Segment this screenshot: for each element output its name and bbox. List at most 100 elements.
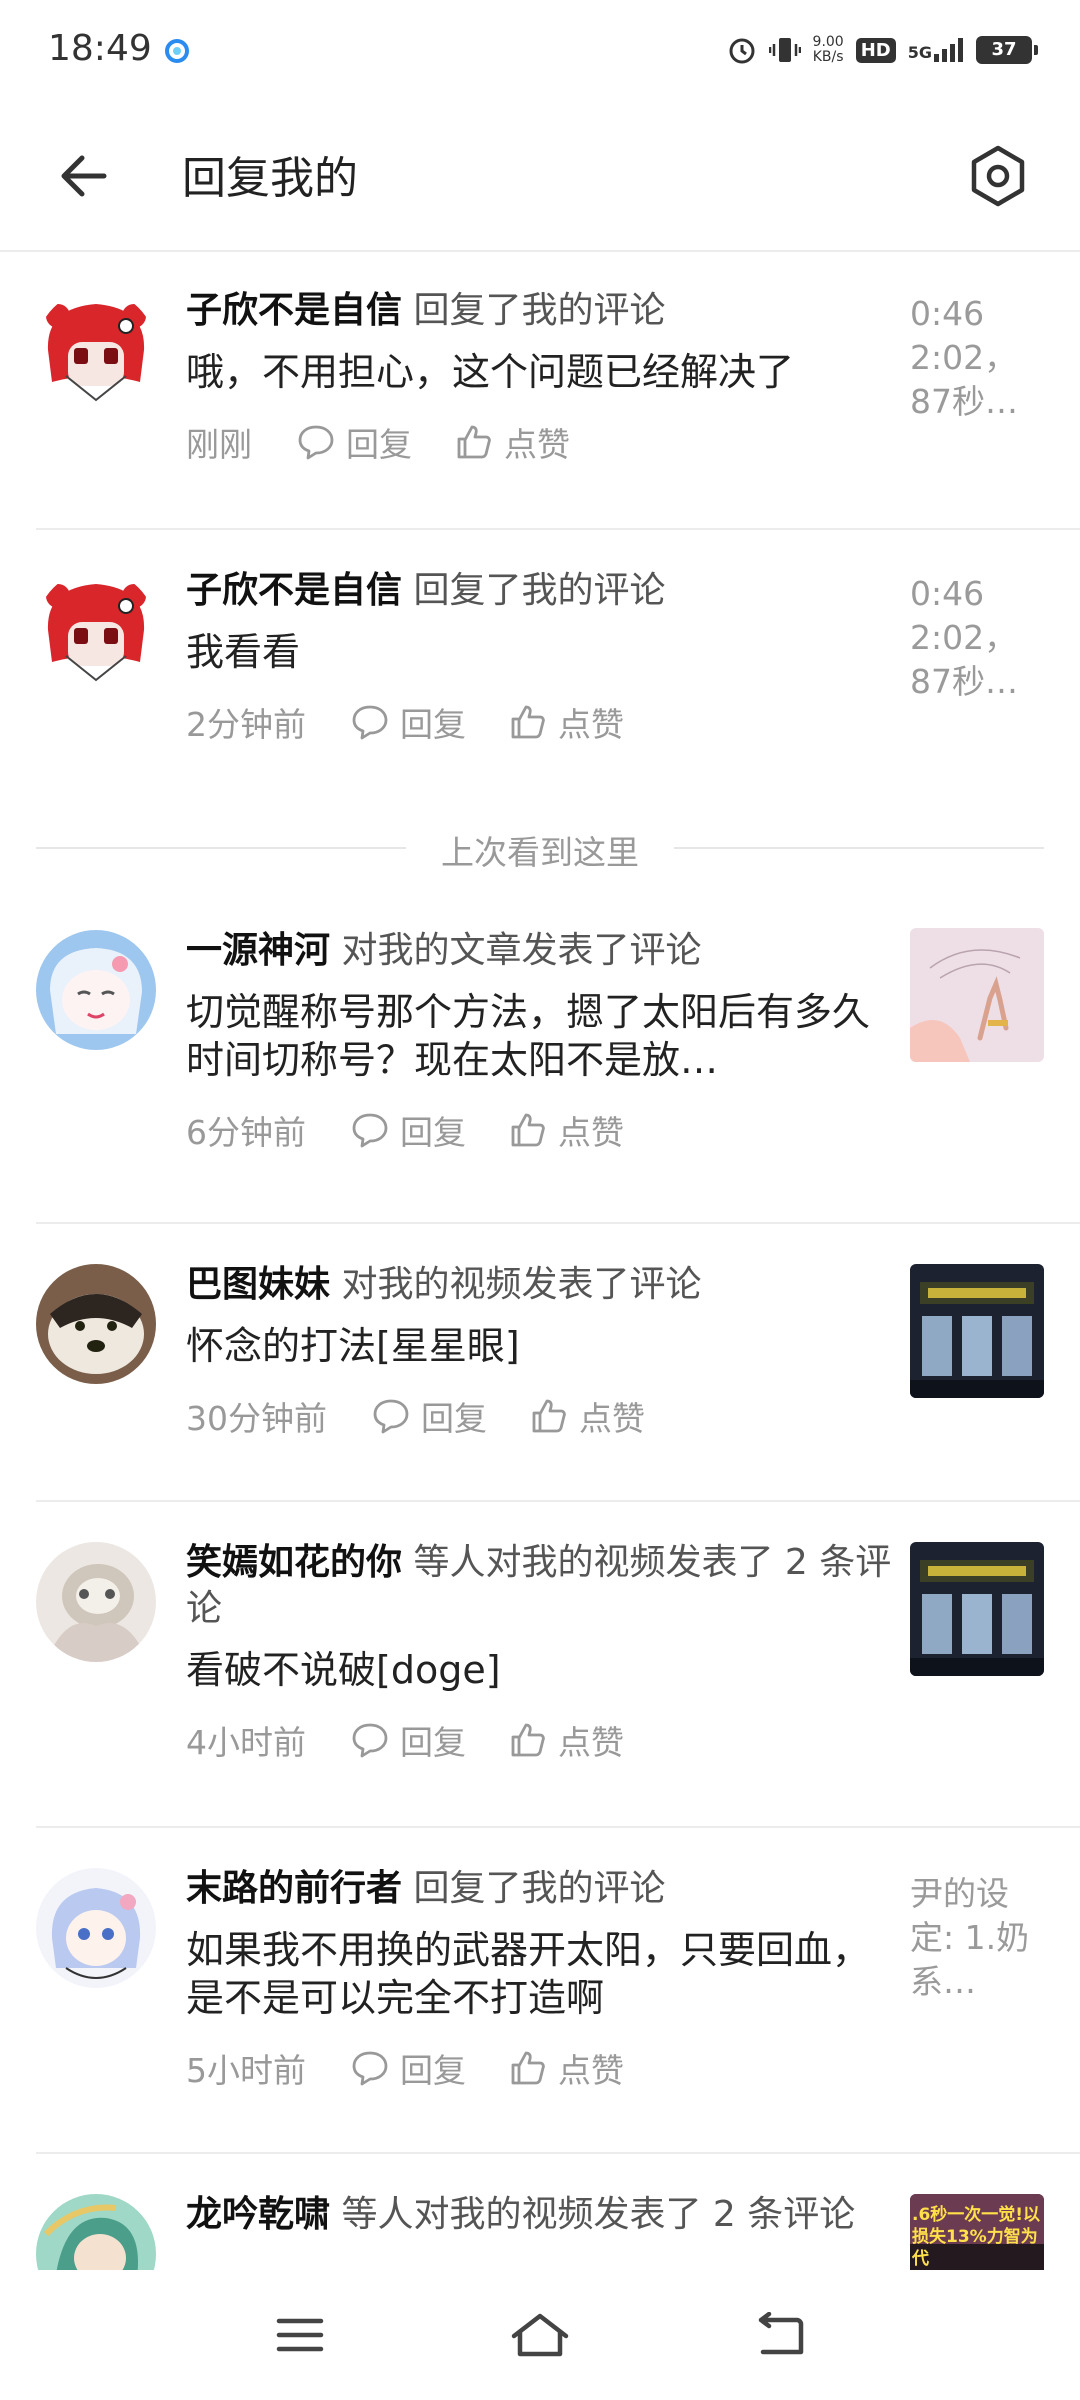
avatar[interactable] bbox=[36, 1868, 156, 1988]
video-thumbnail-caption: .6秒一次一觉!以损失13%力智为代 bbox=[912, 2205, 1041, 2269]
item-header: 巴图妹妹 对我的视频发表了评论 bbox=[186, 1262, 906, 1308]
network-type: 5G bbox=[907, 43, 932, 62]
timestamp: 2分钟前 bbox=[186, 705, 306, 744]
like-label: 点赞 bbox=[504, 425, 570, 464]
username[interactable]: 一源神河 bbox=[186, 930, 330, 971]
username[interactable]: 末路的前行者 bbox=[186, 1868, 402, 1909]
message-text: 我看看 bbox=[186, 630, 301, 674]
home-button[interactable] bbox=[500, 2295, 580, 2375]
like-button[interactable]: 点赞 bbox=[508, 698, 624, 746]
avatar-image bbox=[36, 290, 156, 410]
timestamp: 30分钟前 bbox=[186, 1399, 327, 1438]
item-meta: 4小时前 回复 点赞 bbox=[186, 1716, 906, 1764]
timestamp: 刚刚 bbox=[186, 425, 252, 464]
reply-button[interactable]: 回复 bbox=[350, 2044, 466, 2092]
return-icon bbox=[758, 2312, 804, 2355]
net-speed: 9.00 KB/s bbox=[813, 35, 844, 65]
avatar[interactable] bbox=[36, 1264, 156, 1384]
like-button[interactable]: 点赞 bbox=[508, 2044, 624, 2092]
message-text: 切觉醒称号那个方法，摁了太阳后有多久时间切称号？现在太阳不是放… bbox=[186, 990, 871, 1082]
item-content: 一源神河 对我的文章发表了评论 切觉醒称号那个方法，摁了太阳后有多久时间切称号？… bbox=[186, 928, 906, 1154]
status-icons: 9.00 KB/s HD 5G 37 bbox=[727, 30, 1038, 70]
comment-icon bbox=[352, 1113, 388, 1148]
avatar[interactable] bbox=[36, 1542, 156, 1662]
username[interactable]: 巴图妹妹 bbox=[186, 1264, 330, 1305]
item-header: 子欣不是自信 回复了我的评论 bbox=[186, 568, 906, 614]
avatar-image bbox=[36, 930, 156, 1050]
list-item[interactable]: 子欣不是自信 回复了我的评论 我看看 2分钟前 回复 点赞 0:46 2:02，… bbox=[36, 530, 1080, 802]
action-text: 对我的文章发表了评论 bbox=[341, 930, 702, 971]
video-thumbnail[interactable]: .6秒一次一觉!以损失13%力智为代 bbox=[910, 2194, 1044, 2270]
app-notification-icon bbox=[165, 39, 189, 63]
reply-button[interactable]: 回复 bbox=[371, 1392, 487, 1440]
avatar[interactable] bbox=[36, 2194, 156, 2270]
reply-label: 回复 bbox=[400, 1723, 466, 1762]
last-seen-label: 上次看到这里 bbox=[441, 833, 639, 872]
reply-button[interactable]: 回复 bbox=[350, 1716, 466, 1764]
reply-button[interactable]: 回复 bbox=[350, 698, 466, 746]
message-text: 哦，不用担心，这个问题已经解决了 bbox=[186, 350, 795, 394]
video-thumbnail[interactable] bbox=[910, 1264, 1044, 1398]
net-speed-value: 9.00 bbox=[812, 34, 844, 50]
reply-button[interactable]: 回复 bbox=[296, 418, 412, 466]
item-content: 笑嫣如花的你 等人对我的视频发表了 2 条评论 看破不说破[doge] 4小时前… bbox=[186, 1540, 906, 1764]
alarm-icon bbox=[729, 38, 755, 64]
avatar-image bbox=[36, 1542, 156, 1662]
username[interactable]: 子欣不是自信 bbox=[186, 570, 402, 611]
settings-button[interactable] bbox=[954, 132, 1042, 220]
vibrate-icon bbox=[768, 38, 801, 62]
item-content: 子欣不是自信 回复了我的评论 哦，不用担心，这个问题已经解决了 刚刚 回复 点赞 bbox=[186, 288, 906, 466]
username[interactable]: 龙吟乾啸 bbox=[186, 2194, 330, 2235]
like-button[interactable]: 点赞 bbox=[508, 1716, 624, 1764]
battery-icon: 37 bbox=[976, 36, 1038, 64]
app-header: 回复我的 bbox=[0, 100, 1080, 252]
list-item[interactable]: 一源神河 对我的文章发表了评论 切觉醒称号那个方法，摁了太阳后有多久时间切称号？… bbox=[36, 892, 1080, 1224]
reply-label: 回复 bbox=[400, 2051, 466, 2090]
system-nav-bar bbox=[0, 2270, 1080, 2400]
reply-label: 回复 bbox=[400, 1113, 466, 1152]
action-text: 等人对我的视频发表了 2 条评论 bbox=[341, 2194, 856, 2235]
like-button[interactable]: 点赞 bbox=[508, 1106, 624, 1154]
quoted-comment[interactable]: 0:46 2:02，87秒… bbox=[910, 292, 1040, 424]
list-item[interactable]: 末路的前行者 回复了我的评论 如果我不用换的武器开太阳，只要回血，是不是可以完全… bbox=[36, 1828, 1080, 2154]
avatar[interactable] bbox=[36, 930, 156, 1050]
message-text: 怀念的打法[星星眼] bbox=[186, 1324, 520, 1368]
timestamp: 6分钟前 bbox=[186, 1113, 306, 1152]
back-nav-button[interactable] bbox=[740, 2295, 820, 2375]
avatar[interactable] bbox=[36, 290, 156, 410]
list-item[interactable]: 巴图妹妹 对我的视频发表了评论 怀念的打法[星星眼] 30分钟前 回复 点赞 bbox=[36, 1224, 1080, 1502]
menu-button[interactable] bbox=[260, 2295, 340, 2375]
video-thumbnail-image bbox=[910, 1542, 1044, 1676]
avatar[interactable] bbox=[36, 570, 156, 690]
action-text: 回复了我的评论 bbox=[413, 290, 666, 331]
item-header: 龙吟乾啸 等人对我的视频发表了 2 条评论 bbox=[186, 2192, 906, 2238]
quoted-comment[interactable]: 尹的设定: 1.奶系… bbox=[910, 1872, 1040, 2004]
item-content: 巴图妹妹 对我的视频发表了评论 怀念的打法[星星眼] 30分钟前 回复 点赞 bbox=[186, 1262, 906, 1440]
quoted-comment[interactable]: 0:46 2:02，87秒… bbox=[910, 572, 1040, 704]
username[interactable]: 笑嫣如花的你 bbox=[186, 1542, 402, 1583]
reply-button[interactable]: 回复 bbox=[350, 1106, 466, 1154]
signal-icon bbox=[934, 38, 963, 62]
item-meta: 5小时前 回复 点赞 bbox=[186, 2044, 906, 2092]
timestamp: 4小时前 bbox=[186, 1723, 306, 1762]
back-button[interactable] bbox=[44, 136, 124, 216]
action-text: 回复了我的评论 bbox=[413, 1868, 666, 1909]
like-label: 点赞 bbox=[558, 1113, 624, 1152]
comment-icon bbox=[352, 2051, 388, 2086]
net-speed-unit: KB/s bbox=[812, 49, 844, 65]
home-icon bbox=[511, 2313, 569, 2357]
like-button[interactable]: 点赞 bbox=[454, 418, 570, 466]
item-content: 末路的前行者 回复了我的评论 如果我不用换的武器开太阳，只要回血，是不是可以完全… bbox=[186, 1866, 906, 2092]
avatar-image bbox=[36, 2194, 156, 2270]
comment-icon bbox=[373, 1399, 409, 1434]
hexagon-settings-icon bbox=[971, 145, 1025, 207]
action-text: 对我的视频发表了评论 bbox=[341, 1264, 702, 1305]
list-item[interactable]: 子欣不是自信 回复了我的评论 哦，不用担心，这个问题已经解决了 刚刚 回复 点赞 bbox=[36, 252, 1080, 530]
status-time: 18:49 bbox=[48, 28, 152, 69]
article-thumbnail[interactable] bbox=[910, 928, 1044, 1062]
list-item[interactable]: 笑嫣如花的你 等人对我的视频发表了 2 条评论 看破不说破[doge] 4小时前… bbox=[36, 1502, 1080, 1828]
username[interactable]: 子欣不是自信 bbox=[186, 290, 402, 331]
video-thumbnail[interactable] bbox=[910, 1542, 1044, 1676]
list-item[interactable]: 龙吟乾啸 等人对我的视频发表了 2 条评论 .6秒一次一觉!以损失13%力智为代 bbox=[36, 2154, 1080, 2270]
like-button[interactable]: 点赞 bbox=[529, 1392, 645, 1440]
